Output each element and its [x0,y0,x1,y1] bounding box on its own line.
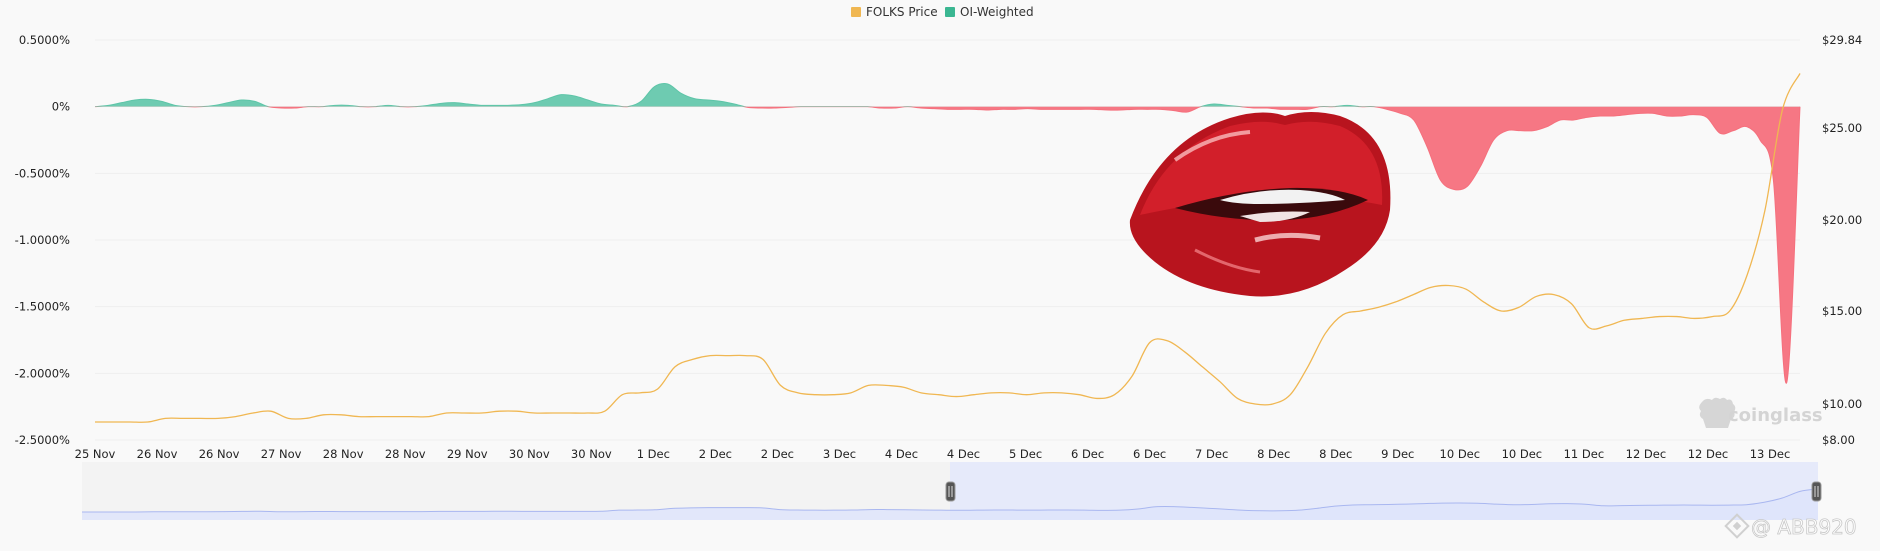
right-axis-tick: $8.00 [1822,433,1855,447]
x-axis-tick: 8 Dec [1257,447,1290,461]
oi-negative-area [95,106,1800,383]
x-axis-tick: 2 Dec [761,447,794,461]
left-axis-tick: -0.5000% [15,166,70,180]
x-axis-tick: 4 Dec [885,447,918,461]
x-axis-tick: 30 Nov [571,447,612,461]
x-axis-tick: 1 Dec [637,447,670,461]
x-axis-tick: 28 Nov [323,447,364,461]
x-axis-tick: 5 Dec [1009,447,1042,461]
red-lips-icon [1129,112,1391,297]
coinglass-watermark: coinglass [1699,397,1823,428]
x-axis-tick: 26 Nov [137,447,178,461]
legend-swatch-oi [945,7,955,17]
left-axis-tick: -2.0000% [15,366,70,380]
right-axis-tick: $15.00 [1822,304,1862,318]
right-axis-tick: $10.00 [1822,397,1862,411]
navigator-handle-left[interactable] [945,481,956,502]
left-axis-tick: -1.0000% [15,233,70,247]
x-axis-tick: 10 Dec [1502,447,1543,461]
right-axis-tick: $25.00 [1822,121,1862,135]
left-axis: 0.5000% 0% -0.5000% -1.0000% -1.5000% -2.0000… [15,33,70,447]
x-axis: 25 Nov 26 Nov 26 Nov 27 Nov 28 Nov 28 Nov 29 N… [75,447,1791,461]
x-axis-tick: 7 Dec [1195,447,1228,461]
x-axis-tick: 12 Dec [1688,447,1729,461]
right-axis: $29.84 $25.00 $20.00 $15.00 $10.00 $8.00 [1822,33,1862,447]
x-axis-tick: 10 Dec [1440,447,1481,461]
x-axis-tick: 6 Dec [1071,447,1104,461]
legend[interactable]: FOLKS Price OI-Weighted [851,5,1034,19]
x-axis-tick: 29 Nov [447,447,488,461]
legend-swatch-price [851,7,861,17]
navigator[interactable] [81,462,1822,520]
x-axis-tick: 6 Dec [1133,447,1166,461]
x-axis-tick: 30 Nov [509,447,550,461]
x-axis-tick: 25 Nov [75,447,116,461]
x-axis-tick: 13 Dec [1750,447,1791,461]
x-axis-tick: 26 Nov [199,447,240,461]
x-axis-tick: 3 Dec [823,447,856,461]
oi-positive-line [94,83,1800,107]
x-axis-tick: 12 Dec [1626,447,1667,461]
legend-label-oi[interactable]: OI-Weighted [960,5,1034,19]
x-axis-tick: 27 Nov [261,447,302,461]
navigator-handle-right[interactable] [1811,481,1822,502]
oi-positive-area [95,83,1374,107]
x-axis-tick: 28 Nov [385,447,426,461]
right-axis-tick: $29.84 [1822,33,1862,47]
x-axis-tick: 11 Dec [1564,447,1605,461]
x-axis-tick: 9 Dec [1381,447,1414,461]
left-axis-tick: 0.5000% [19,33,70,47]
left-axis-tick: -1.5000% [15,300,70,314]
oi-weighted-series [94,83,1801,384]
legend-label-price[interactable]: FOLKS Price [866,5,938,19]
watermark-brand: coinglass [1728,405,1823,426]
chart: FOLKS Price OI-Weighted 0.5000% 0% -0.5000… [15,5,1863,539]
left-axis-tick: -2.5000% [15,433,70,447]
left-axis-tick: 0% [52,100,70,114]
oi-negative-line [94,106,1801,384]
x-axis-tick: 8 Dec [1319,447,1352,461]
x-axis-tick: 4 Dec [947,447,980,461]
grid-lines [95,39,1800,441]
x-axis-tick: 2 Dec [699,447,732,461]
right-axis-tick: $20.00 [1822,213,1862,227]
watermark-social: @ ABB920 [1751,515,1857,539]
